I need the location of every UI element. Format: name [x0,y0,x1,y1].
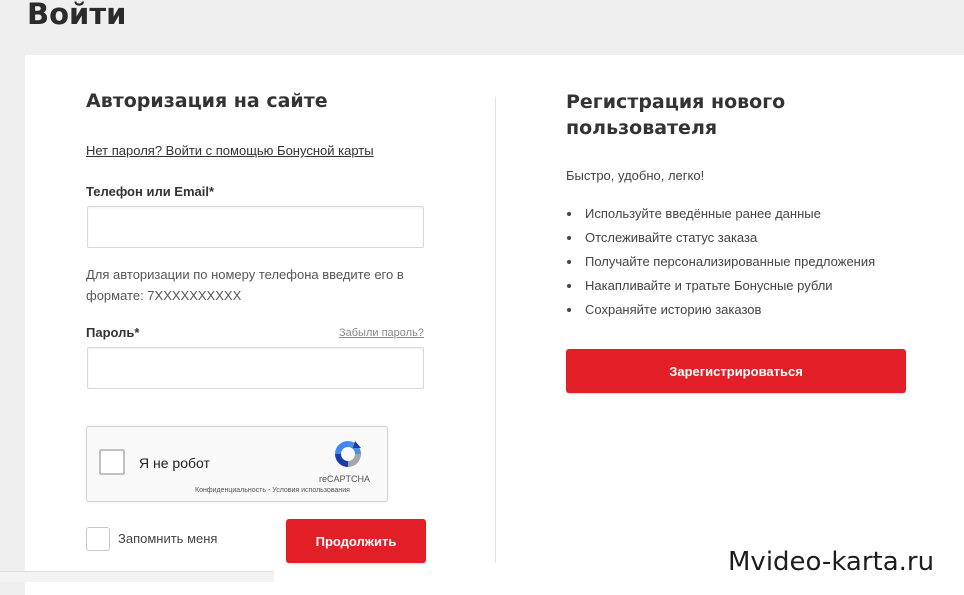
register-benefits-list: Используйте введённые ранее данные Отсле… [566,202,875,322]
bonus-card-login-link[interactable]: Нет пароля? Войти с помощью Бонусной кар… [86,143,374,158]
benefit-item: Используйте введённые ранее данные [566,202,875,226]
recaptcha-label: Я не робот [139,455,210,471]
recaptcha-checkbox[interactable] [99,449,125,475]
recaptcha-terms[interactable]: Конфиденциальность - Условия использован… [195,487,350,494]
page-title: Войти [27,0,127,31]
phone-email-input[interactable] [87,206,424,248]
column-divider [495,97,496,563]
phone-format-hint: Для авторизации по номеру телефона введи… [86,267,404,303]
forgot-password-link[interactable]: Забыли пароль? [339,327,424,339]
remember-me-label[interactable]: Запомнить меня [118,531,217,546]
benefit-item: Накапливайте и тратьте Бонусные рубли [566,274,875,298]
password-label: Пароль* [86,325,140,340]
register-tagline: Быстро, удобно, легко! [566,168,705,183]
site-watermark: Mvideo-karta.ru [728,547,935,577]
register-button[interactable]: Зарегистрироваться [566,349,906,393]
remember-me-checkbox[interactable] [86,527,110,551]
phone-email-label: Телефон или Email* [86,184,215,199]
continue-button[interactable]: Продолжить [286,519,426,563]
benefit-item: Отслеживайте статус заказа [566,226,875,250]
recaptcha-logo-icon [335,441,361,467]
password-input[interactable] [87,347,424,389]
login-heading: Авторизация на сайте [86,90,328,112]
benefit-item: Получайте персонализированные предложени… [566,250,875,274]
register-heading: Регистрация нового пользователя [566,91,786,139]
benefit-item: Сохраняйте историю заказов [566,298,875,322]
bottom-strip [0,571,274,582]
recaptcha-brand: reCAPTCHA [319,474,371,484]
recaptcha-widget: Я не робот reCAPTCHA Конфиденциальность … [86,426,388,502]
